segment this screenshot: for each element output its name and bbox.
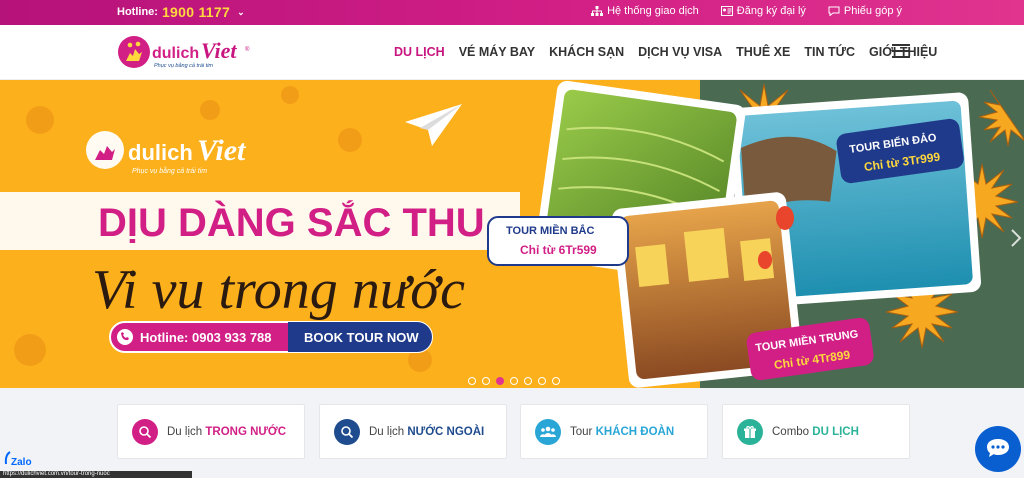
svg-text:Viet: Viet xyxy=(201,38,237,63)
nav-khach-san[interactable]: KHÁCH SẠN xyxy=(549,45,624,59)
slide-dot[interactable] xyxy=(510,377,518,385)
slide-dot[interactable] xyxy=(482,377,490,385)
card-group-tour[interactable]: Tour KHÁCH ĐOÀN xyxy=(520,404,708,459)
nav-thue-xe[interactable]: THUÊ XE xyxy=(736,45,790,59)
link-agent-register[interactable]: Đăng ký đại lý xyxy=(720,5,806,17)
card-highlight: DU LỊCH xyxy=(812,425,859,438)
search-globe-icon xyxy=(334,418,360,445)
nav-tin-tuc[interactable]: TIN TỨC xyxy=(804,45,855,59)
link-label: Đăng ký đại lý xyxy=(736,5,806,17)
nav-du-lich[interactable]: DU LỊCH xyxy=(394,45,445,59)
card-highlight: NƯỚC NGOÀI xyxy=(407,425,485,438)
hotline[interactable]: Hotline: 1900 1177 ⌄ xyxy=(117,4,245,20)
slide-dot-active[interactable] xyxy=(496,377,504,385)
main-nav: DU LỊCH VÉ MÁY BAY KHÁCH SẠN DỊCH VỤ VIS… xyxy=(394,45,937,59)
card-highlight: TRONG NƯỚC xyxy=(205,425,287,438)
banner-cta: BOOK TOUR NOW xyxy=(304,330,419,345)
tour-north-price: Chỉ từ 6Tr599 xyxy=(520,243,597,257)
hotline-number[interactable]: 1900 1177 xyxy=(162,4,230,20)
link-feedback[interactable]: Phiếu góp ý xyxy=(828,5,902,17)
network-icon xyxy=(591,6,604,16)
banner-headline: DỊU DÀNG SẮC THU xyxy=(98,199,485,245)
link-transaction-system[interactable]: Hệ thống giao dịch xyxy=(591,5,699,17)
banner-script: Vi vu trong nước xyxy=(92,259,465,321)
svg-text:Phục vụ bằng cả trái tim: Phục vụ bằng cả trái tim xyxy=(154,62,213,69)
hero-banner[interactable]: dulich Viet Phục vụ bằng cả trái tim DỊU… xyxy=(0,80,1024,388)
status-url: https://dulichviet.com.vn/tour-trong-nuo… xyxy=(0,471,192,478)
slide-dot[interactable] xyxy=(524,377,532,385)
category-cards: Du lịch TRONG NƯỚC Du lịch NƯỚC NGOÀI To… xyxy=(0,388,1024,478)
svg-text:dulich: dulich xyxy=(128,140,193,165)
nav-dich-vu-visa[interactable]: DỊCH VỤ VISA xyxy=(638,45,722,59)
group-icon xyxy=(535,418,561,445)
feedback-icon xyxy=(828,6,840,16)
main-header: dulich Viet ® Phục vụ bằng cả trái tim D… xyxy=(0,25,1024,80)
card-combo[interactable]: Combo DU LỊCH xyxy=(722,404,910,459)
logo-graphic: dulich Viet ® Phục vụ bằng cả trái tim xyxy=(118,36,250,69)
nav-ve-may-bay[interactable]: VÉ MÁY BAY xyxy=(459,45,535,59)
card-highlight: KHÁCH ĐOÀN xyxy=(595,425,675,438)
chevron-down-icon[interactable]: ⌄ xyxy=(237,7,245,18)
svg-text:®: ® xyxy=(245,46,250,53)
banner-hotline: Hotline: 0903 933 788 xyxy=(140,330,272,345)
banner-art: dulich Viet Phục vụ bằng cả trái tim DỊU… xyxy=(0,80,1024,388)
search-globe-icon xyxy=(132,418,158,445)
gift-icon xyxy=(737,418,763,445)
hotline-label: Hotline: xyxy=(117,6,158,18)
chat-bubble-icon xyxy=(987,439,1009,457)
card-prefix: Du lịch xyxy=(369,425,405,438)
slide-dot[interactable] xyxy=(552,377,560,385)
link-label: Hệ thống giao dịch xyxy=(607,5,699,17)
slide-dot[interactable] xyxy=(468,377,476,385)
tour-north-name: TOUR MIỀN BẮC xyxy=(506,224,594,237)
tour-badge-north[interactable]: TOUR MIỀN BẮC Chỉ từ 6Tr599 xyxy=(487,216,629,266)
link-label: Phiếu góp ý xyxy=(843,5,902,17)
card-prefix: Tour xyxy=(570,425,593,438)
card-international[interactable]: Du lịch NƯỚC NGOÀI xyxy=(319,404,507,459)
top-bar: Hotline: 1900 1177 ⌄ Hệ thống giao dịch … xyxy=(0,0,1024,25)
zalo-label: Zalo xyxy=(11,457,32,468)
chat-button[interactable] xyxy=(975,426,1021,472)
id-card-icon xyxy=(720,6,733,16)
svg-text:dulich: dulich xyxy=(152,45,199,62)
menu-icon[interactable] xyxy=(892,44,910,58)
card-prefix: Combo xyxy=(772,425,810,438)
svg-text:Viet: Viet xyxy=(197,134,247,167)
card-domestic[interactable]: Du lịch TRONG NƯỚC xyxy=(117,404,305,459)
slide-dot[interactable] xyxy=(538,377,546,385)
card-prefix: Du lịch xyxy=(167,425,203,438)
svg-text:Phục vụ bằng cả trái tim: Phục vụ bằng cả trái tim xyxy=(132,166,207,175)
top-links: Hệ thống giao dịch Đăng ký đại lý Phiếu … xyxy=(591,5,902,17)
slider-dots xyxy=(468,377,560,385)
site-logo[interactable]: dulich Viet ® Phục vụ bằng cả trái tim xyxy=(117,34,257,74)
